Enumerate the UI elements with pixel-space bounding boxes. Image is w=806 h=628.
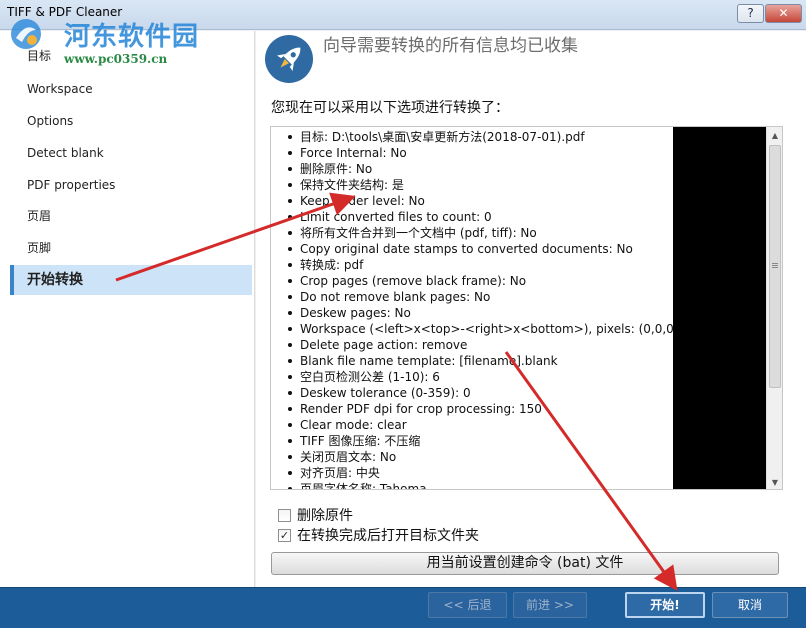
summary-item: Limit converted files to count: 0 <box>275 209 673 225</box>
summary-item: Deskew pages: No <box>275 305 673 321</box>
sidebar-item-workspace[interactable]: Workspace <box>10 74 252 104</box>
summary-item: 目标: D:\tools\桌面\安卓更新方法(2018-07-01).pdf <box>275 129 673 145</box>
summary-item: 删除原件: No <box>275 161 673 177</box>
summary-item: 空白页检测公差 (1-10): 6 <box>275 369 673 385</box>
sidebar-item-options[interactable]: Options <box>10 106 252 136</box>
scroll-down-icon[interactable]: ▼ <box>767 474 782 489</box>
help-button[interactable]: ? <box>737 4 764 23</box>
summary-item: Clear mode: clear <box>275 417 673 433</box>
summary-item: 将所有文件合并到一个文档中 (pdf, tiff): No <box>275 225 673 241</box>
window-title: TIFF & PDF Cleaner <box>7 5 123 19</box>
scrollbar-thumb[interactable] <box>769 145 781 388</box>
preview-pane <box>673 127 766 489</box>
wizard-footer: << 后退 前进 >> 开始! 取消 <box>0 587 806 628</box>
settings-summary-box[interactable]: 目标: D:\tools\桌面\安卓更新方法(2018-07-01).pdf F… <box>270 126 783 490</box>
sidebar-item-detect-blank[interactable]: Detect blank <box>10 138 252 168</box>
summary-item: Render PDF dpi for crop processing: 150 <box>275 401 673 417</box>
summary-item: Crop pages (remove black frame): No <box>275 273 673 289</box>
summary-item: Delete page action: remove <box>275 337 673 353</box>
checkmark-icon: ✓ <box>279 529 290 542</box>
summary-item: Copy original date stamps to converted d… <box>275 241 673 257</box>
title-bar: TIFF & PDF Cleaner ? ✕ <box>0 0 806 30</box>
close-button[interactable]: ✕ <box>765 4 802 23</box>
scroll-up-icon[interactable]: ▲ <box>767 127 782 144</box>
summary-item: Workspace (<left>x<top>-<right>x<bottom>… <box>275 321 673 337</box>
next-button[interactable]: 前进 >> <box>513 592 587 618</box>
page-subheading: 您现在可以采用以下选项进行转换了： <box>271 100 509 116</box>
sidebar-item-target[interactable]: 目标 <box>10 41 252 71</box>
settings-summary-list: 目标: D:\tools\桌面\安卓更新方法(2018-07-01).pdf F… <box>275 129 673 489</box>
summary-item: Blank file name template: [filename].bla… <box>275 353 673 369</box>
back-button[interactable]: << 后退 <box>428 592 507 618</box>
close-icon: ✕ <box>778 6 789 20</box>
start-button[interactable]: 开始! <box>625 592 705 618</box>
wizard-main-panel: 向导需要转换的所有信息均已收集 您现在可以采用以下选项进行转换了： 目标: D:… <box>256 31 806 587</box>
sidebar-item-header[interactable]: 页眉 <box>10 201 252 231</box>
page-heading: 向导需要转换的所有信息均已收集 <box>323 36 578 56</box>
open-folder-label: 在转换完成后打开目标文件夹 <box>297 528 479 544</box>
summary-scrollbar[interactable]: ▲ ▼ <box>766 127 782 489</box>
summary-item: TIFF 图像压缩: 不压缩 <box>275 433 673 449</box>
cancel-button[interactable]: 取消 <box>712 592 788 618</box>
rocket-icon <box>265 35 313 83</box>
grip-icon <box>772 263 778 264</box>
summary-item: Deskew tolerance (0-359): 0 <box>275 385 673 401</box>
sidebar-item-pdf-properties[interactable]: PDF properties <box>10 170 252 200</box>
wizard-sidebar: 目标 Workspace Options Detect blank PDF pr… <box>0 31 255 587</box>
summary-item: 保持文件夹结构: 是 <box>275 177 673 193</box>
summary-item: Keep folder level: No <box>275 193 673 209</box>
create-bat-button[interactable]: 用当前设置创建命令 (bat) 文件 <box>271 552 779 575</box>
summary-item: 关闭页眉文本: No <box>275 449 673 465</box>
summary-item: Do not remove blank pages: No <box>275 289 673 305</box>
summary-item: 转换成: pdf <box>275 257 673 273</box>
summary-item: Force Internal: No <box>275 145 673 161</box>
delete-original-label: 删除原件 <box>297 508 353 524</box>
open-folder-checkbox[interactable]: ✓ <box>278 529 291 542</box>
sidebar-item-start-conversion[interactable]: 开始转换 <box>10 265 252 295</box>
summary-item: 页眉字体名称: Tahoma <box>275 481 673 489</box>
delete-original-checkbox[interactable] <box>278 509 291 522</box>
summary-item: 对齐页眉: 中央 <box>275 465 673 481</box>
sidebar-item-footer[interactable]: 页脚 <box>10 233 252 263</box>
